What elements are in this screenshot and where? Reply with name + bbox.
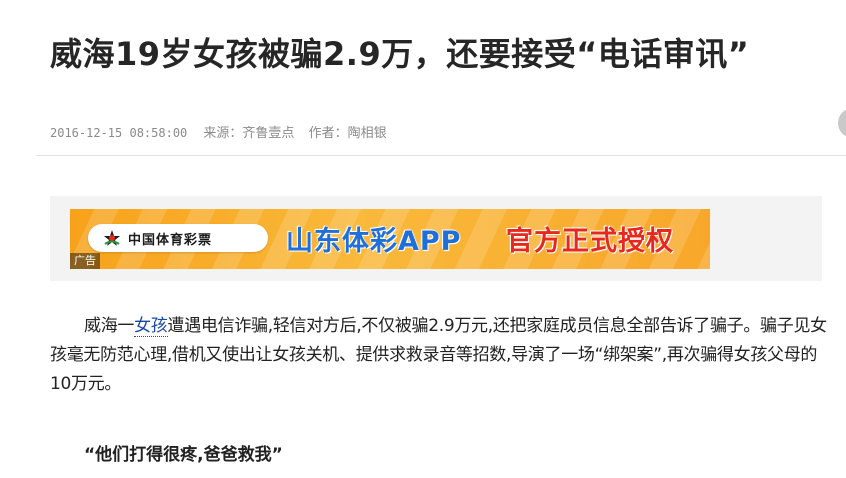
article-paragraph: 威海一女孩遭遇电信诈骗,轻信对方后,不仅被骗2.9万元,还把家庭成员信息全部告诉…: [50, 312, 830, 399]
ad-banner[interactable]: 中国体育彩票 山东体彩APP 官方正式授权 广告: [70, 209, 710, 269]
ad-slogan: 官方正式授权: [506, 226, 674, 257]
publish-date: 2016-12-15 08:58:00: [50, 126, 188, 140]
ad-headline: 山东体彩APP: [286, 226, 462, 257]
paragraph-text-start: 威海一: [84, 316, 135, 336]
lottery-logo-icon: [104, 230, 120, 246]
ad-brand-text: 中国体育彩票: [128, 233, 213, 248]
article-meta: 2016-12-15 08:58:00 来源：齐鲁壹点 作者：陶相银: [50, 122, 397, 141]
scroll-side-icon[interactable]: [838, 108, 846, 138]
article-source: 来源：齐鲁壹点: [203, 126, 295, 141]
ad-brand-pill: 中国体育彩票: [88, 224, 268, 252]
ad-label: 广告: [70, 253, 100, 269]
keyword-link[interactable]: 女孩: [134, 316, 168, 337]
article-title: 威海19岁女孩被骗2.9万，还要接受“电话审讯”: [50, 35, 750, 73]
article-author: 作者：陶相银: [308, 126, 387, 141]
header-divider: [36, 155, 846, 156]
pull-quote: “他们打得很疼,爸爸救我”: [84, 445, 283, 465]
ad-container: 中国体育彩票 山东体彩APP 官方正式授权 广告: [50, 196, 822, 281]
paragraph-text-rest: 遭遇电信诈骗,轻信对方后,不仅被骗2.9万元,还把家庭成员信息全部告诉了骗子。骗…: [50, 316, 827, 394]
